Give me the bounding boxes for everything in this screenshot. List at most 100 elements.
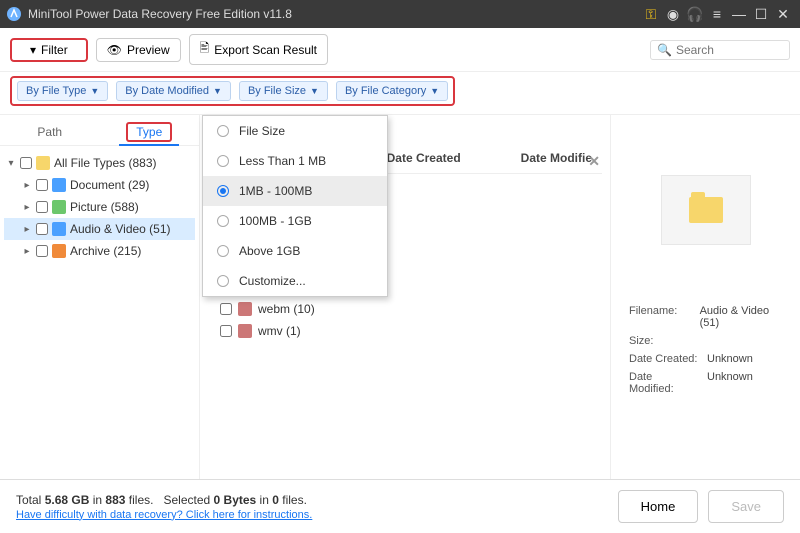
- file-label: webm (10): [258, 302, 315, 316]
- dropdown-label: Customize...: [239, 274, 306, 288]
- minimize-icon[interactable]: —: [728, 6, 750, 22]
- chip-file-size[interactable]: By File Size▼: [239, 81, 328, 101]
- lbl-filename: Filename:: [629, 305, 692, 329]
- tree-checkbox[interactable]: [36, 201, 48, 213]
- export-button[interactable]: 🖹 Export Scan Result: [189, 34, 328, 65]
- maximize-icon[interactable]: ☐: [750, 6, 772, 23]
- file-checkbox[interactable]: [220, 303, 232, 315]
- category-icon: [52, 178, 66, 192]
- tree-label: Audio & Video (51): [70, 222, 171, 236]
- tree-label: Archive (215): [70, 244, 141, 258]
- chevron-down-icon: ▼: [213, 86, 222, 96]
- tree-item[interactable]: ▸ Picture (588): [4, 196, 195, 218]
- file-row[interactable]: wmv (1): [218, 320, 592, 342]
- tree: ▾ All File Types (883) ▸ Document (29)▸ …: [0, 146, 199, 268]
- close-icon[interactable]: ✕: [772, 6, 794, 23]
- lbl-size: Size:: [629, 335, 699, 347]
- filetype-icon: [238, 302, 252, 316]
- file-checkbox[interactable]: [220, 325, 232, 337]
- tree-label: All File Types (883): [54, 156, 157, 170]
- file-label: wmv (1): [258, 324, 301, 338]
- radio-icon: [217, 185, 229, 197]
- val-created: Unknown: [707, 353, 753, 365]
- tree-item[interactable]: ▸ Audio & Video (51): [4, 218, 195, 240]
- window-title: MiniTool Power Data Recovery Free Editio…: [28, 7, 640, 21]
- menu-icon[interactable]: ≡: [706, 6, 728, 22]
- filetype-icon: [238, 324, 252, 338]
- tree-label: Document (29): [70, 178, 149, 192]
- tree-root[interactable]: ▾ All File Types (883): [4, 152, 195, 174]
- tree-item[interactable]: ▸ Archive (215): [4, 240, 195, 262]
- col-date-modified: Date Modifie: [521, 151, 592, 165]
- key-icon[interactable]: ⚿: [640, 6, 662, 23]
- close-panel-icon[interactable]: ✕: [588, 153, 600, 170]
- radio-icon: [217, 215, 229, 227]
- chip-file-category[interactable]: By File Category▼: [336, 81, 448, 101]
- lbl-modified: Date Modified:: [629, 371, 699, 395]
- status-totals: Total 5.68 GB in 883 files. Selected 0 B…: [16, 493, 312, 507]
- export-label: Export Scan Result: [214, 43, 317, 57]
- statusbar: Total 5.68 GB in 883 files. Selected 0 B…: [0, 479, 800, 533]
- category-icon: [52, 222, 66, 236]
- tree-checkbox[interactable]: [36, 223, 48, 235]
- radio-icon: [217, 125, 229, 137]
- tree-label: Picture (588): [70, 200, 139, 214]
- dropdown-item[interactable]: Less Than 1 MB: [203, 146, 387, 176]
- file-row[interactable]: webm (10): [218, 298, 592, 320]
- chevron-right-icon: ▸: [22, 202, 32, 213]
- chevron-down-icon: ▾: [6, 158, 16, 169]
- search-input[interactable]: [676, 43, 776, 57]
- folder-icon: [36, 156, 50, 170]
- col-date-created: Date Created: [387, 151, 461, 165]
- dropdown-item[interactable]: Customize...: [203, 266, 387, 296]
- chevron-right-icon: ▸: [22, 246, 32, 257]
- tab-path[interactable]: Path: [0, 119, 100, 145]
- preview-button[interactable]: 👁 Preview: [96, 38, 181, 62]
- filter-icon: ▾: [30, 43, 36, 57]
- tree-checkbox[interactable]: [36, 245, 48, 257]
- titlebar: MiniTool Power Data Recovery Free Editio…: [0, 0, 800, 28]
- val-modified: Unknown: [707, 371, 753, 395]
- filter-chip-bar: By File Type▼ By Date Modified▼ By File …: [10, 76, 455, 106]
- home-button[interactable]: Home: [618, 490, 699, 523]
- dropdown-label: 1MB - 100MB: [239, 184, 312, 198]
- chip-date-modified[interactable]: By Date Modified▼: [116, 81, 231, 101]
- dropdown-item[interactable]: 1MB - 100MB: [203, 176, 387, 206]
- radio-icon: [217, 155, 229, 167]
- toolbar: ▾ Filter 👁 Preview 🖹 Export Scan Result …: [0, 28, 800, 72]
- radio-icon: [217, 245, 229, 257]
- chevron-right-icon: ▸: [22, 180, 32, 191]
- dropdown-item[interactable]: Above 1GB: [203, 236, 387, 266]
- file-size-dropdown: File Size Less Than 1 MB 1MB - 100MB 100MB …: [202, 115, 388, 297]
- filter-button[interactable]: ▾ Filter: [10, 38, 88, 62]
- sidebar: Path Type ▾ All File Types (883) ▸ Docum…: [0, 115, 200, 494]
- file-list-panel: File Size Less Than 1 MB 1MB - 100MB 100MB …: [200, 115, 610, 494]
- tree-checkbox[interactable]: [20, 157, 32, 169]
- lbl-created: Date Created:: [629, 353, 699, 365]
- chevron-down-icon: ▼: [90, 86, 99, 96]
- disc-icon[interactable]: ◉: [662, 6, 684, 23]
- save-button[interactable]: Save: [708, 490, 784, 523]
- dropdown-item[interactable]: 100MB - 1GB: [203, 206, 387, 236]
- dropdown-label: Less Than 1 MB: [239, 154, 326, 168]
- dropdown-item[interactable]: File Size: [203, 116, 387, 146]
- headphones-icon[interactable]: 🎧: [684, 6, 706, 23]
- folder-icon: [689, 197, 723, 223]
- preview-label: Preview: [127, 43, 170, 57]
- radio-icon: [217, 275, 229, 287]
- tree-item[interactable]: ▸ Document (29): [4, 174, 195, 196]
- help-link[interactable]: Have difficulty with data recovery? Clic…: [16, 509, 312, 521]
- chip-file-type[interactable]: By File Type▼: [17, 81, 108, 101]
- search-box[interactable]: 🔍: [650, 40, 790, 60]
- tab-type[interactable]: Type: [100, 119, 200, 145]
- filter-label: Filter: [41, 43, 68, 57]
- preview-thumbnail: [661, 175, 751, 245]
- dropdown-label: File Size: [239, 124, 285, 138]
- category-icon: [52, 244, 66, 258]
- chevron-down-icon: ▼: [310, 86, 319, 96]
- tree-checkbox[interactable]: [36, 179, 48, 191]
- dropdown-label: Above 1GB: [239, 244, 300, 258]
- search-icon: 🔍: [657, 43, 672, 57]
- preview-pane: Filename:Audio & Video (51) Size: Date C…: [610, 115, 800, 494]
- eye-icon: 👁: [107, 43, 122, 57]
